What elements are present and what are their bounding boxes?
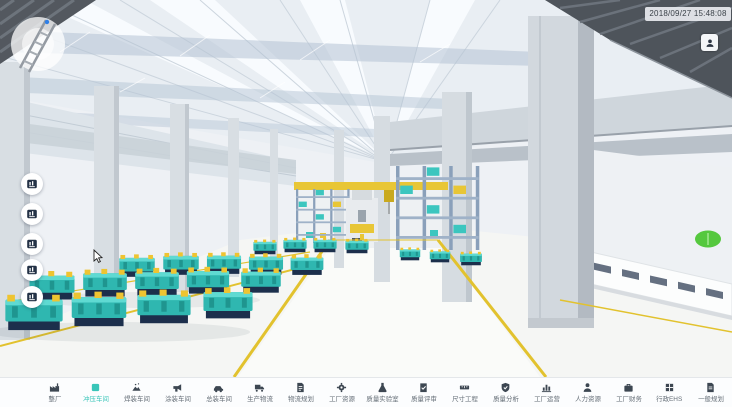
- tab-assembly-workshop[interactable]: 总装车间: [198, 382, 239, 404]
- gear-icon: [336, 382, 347, 393]
- tab-logistics-planning[interactable]: 物流规划: [280, 382, 321, 404]
- side-panel-button-1[interactable]: [21, 173, 43, 195]
- tab-dimensional-engineering[interactable]: 尺寸工程: [444, 382, 485, 404]
- tab-human-resources[interactable]: 人力资源: [567, 382, 608, 404]
- welding-icon: [131, 382, 142, 393]
- tab-quality-review[interactable]: 质量评审: [403, 382, 444, 404]
- side-panel-button-4[interactable]: [21, 259, 43, 281]
- tab-label: 物流规划: [288, 394, 314, 403]
- green-marker[interactable]: [695, 231, 721, 248]
- datetime-display: 2018/09/27 15:48:08: [645, 7, 731, 21]
- user-button[interactable]: [701, 34, 718, 51]
- tab-quality-analysis[interactable]: 质量分析: [485, 382, 526, 404]
- tab-stamping-workshop[interactable]: 冲压车间: [75, 382, 116, 404]
- tab-label: 质量分析: [493, 394, 519, 403]
- plan-icon: [295, 382, 306, 393]
- factory-digital-twin-app: 2018/09/27 15:48:08 整厂 冲压车间 焊装: [0, 0, 732, 407]
- tab-label: 人力资源: [575, 394, 601, 403]
- tab-label: 生产物流: [247, 394, 273, 403]
- tab-production-logistics[interactable]: 生产物流: [239, 382, 280, 404]
- tab-general-planning[interactable]: 一般规划: [690, 382, 731, 404]
- tab-factory-resources[interactable]: 工厂资源: [321, 382, 362, 404]
- module-tabs: 生产物流 物流规划 工厂资源 质量实验室 质量评审 尺寸工程: [239, 382, 731, 404]
- review-icon: [418, 382, 429, 393]
- panel-icon: [26, 291, 38, 303]
- shield-icon: [500, 382, 511, 393]
- panel-icon: [26, 208, 38, 220]
- tab-quality-lab[interactable]: 质量实验室: [362, 382, 403, 404]
- tab-factory-operations[interactable]: 工厂运营: [526, 382, 567, 404]
- panel-icon: [26, 238, 38, 250]
- tab-label: 工厂财务: [616, 394, 642, 403]
- tab-welding-workshop[interactable]: 焊装车间: [116, 382, 157, 404]
- tab-label: 冲压车间: [83, 394, 109, 403]
- tab-label: 工厂资源: [329, 394, 355, 403]
- bottom-toolbar: 整厂 冲压车间 焊装车间 涂装车间 总装车间 生产物流: [0, 377, 732, 407]
- panel-icon: [26, 264, 38, 276]
- tab-label: 一般规划: [698, 394, 724, 403]
- tab-label: 涂装车间: [165, 394, 191, 403]
- stamping-icon: [90, 382, 101, 393]
- tab-whole-plant[interactable]: 整厂: [34, 382, 75, 404]
- truck-icon: [254, 382, 265, 393]
- tab-factory-finance[interactable]: 工厂财务: [608, 382, 649, 404]
- tab-label: 焊装车间: [124, 394, 150, 403]
- side-panel-button-5[interactable]: [21, 286, 43, 308]
- painting-icon: [172, 382, 183, 393]
- tab-painting-workshop[interactable]: 涂装车间: [157, 382, 198, 404]
- tab-admin-ehs[interactable]: 行政EHS: [649, 382, 690, 404]
- scene-3d-render: [0, 0, 732, 377]
- tab-label: 质量评审: [411, 394, 437, 403]
- grid-icon: [664, 382, 675, 393]
- assembly-icon: [213, 382, 224, 393]
- ruler-icon: [459, 382, 470, 393]
- tab-label: 总装车间: [206, 394, 232, 403]
- side-panel-button-2[interactable]: [21, 203, 43, 225]
- tab-label: 工厂运营: [534, 394, 560, 403]
- panel-icon: [26, 178, 38, 190]
- plant-icon: [49, 382, 60, 393]
- scene-3d-viewport[interactable]: [0, 0, 732, 377]
- side-panel-button-3[interactable]: [21, 233, 43, 255]
- workshop-tabs: 整厂 冲压车间 焊装车间 涂装车间 总装车间: [34, 382, 239, 404]
- briefcase-icon: [623, 382, 634, 393]
- tab-label: 行政EHS: [656, 394, 682, 403]
- user-icon: [705, 38, 715, 48]
- document-icon: [705, 382, 716, 393]
- person-icon: [582, 382, 593, 393]
- tab-label: 质量实验室: [366, 394, 398, 403]
- flask-icon: [377, 382, 388, 393]
- tab-label: 尺寸工程: [452, 394, 478, 403]
- tab-label: 整厂: [48, 394, 61, 403]
- chart-icon: [541, 382, 552, 393]
